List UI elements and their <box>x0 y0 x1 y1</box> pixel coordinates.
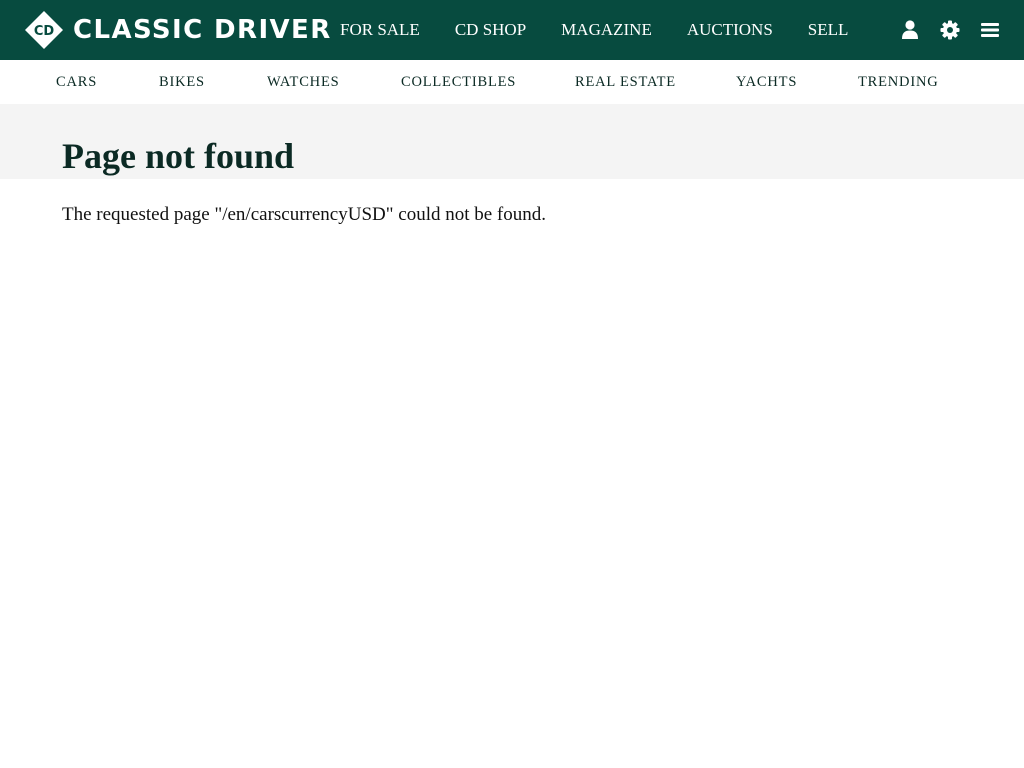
category-yachts[interactable]: YACHTS <box>736 60 797 104</box>
category-trending[interactable]: TRENDING <box>858 60 939 104</box>
category-bikes[interactable]: BIKES <box>159 60 205 104</box>
nav-cd-shop[interactable]: CD SHOP <box>455 0 526 60</box>
page-header: Page not found <box>0 104 1024 179</box>
nav-auctions[interactable]: AUCTIONS <box>687 0 773 60</box>
logo-diamond-icon: CD <box>24 10 64 50</box>
header-actions <box>890 0 1024 60</box>
nav-sell[interactable]: SELL <box>808 0 849 60</box>
main-nav: FOR SALE CD SHOP MAGAZINE AUCTIONS SELL <box>340 0 848 60</box>
nav-for-sale[interactable]: FOR SALE <box>340 0 420 60</box>
user-icon <box>902 20 918 39</box>
page-title: Page not found <box>62 136 295 176</box>
category-watches[interactable]: WATCHES <box>267 60 339 104</box>
top-bar: CD CLASSIC DRIVER FOR SALE CD SHOP MAGAZ… <box>0 0 1024 60</box>
category-nav: CARS BIKES WATCHES COLLECTIBLES REAL EST… <box>0 60 1024 104</box>
brand-name: CLASSIC DRIVER <box>73 15 332 45</box>
category-collectibles[interactable]: COLLECTIBLES <box>401 60 516 104</box>
logo-monogram: CD <box>34 24 55 39</box>
settings-button[interactable] <box>930 0 970 60</box>
nav-magazine[interactable]: MAGAZINE <box>561 0 652 60</box>
account-button[interactable] <box>890 0 930 60</box>
hamburger-menu-icon <box>981 23 999 37</box>
gear-icon <box>940 20 960 40</box>
site-logo[interactable]: CD CLASSIC DRIVER <box>24 10 332 50</box>
error-message: The requested page "/en/carscurrencyUSD"… <box>62 204 547 225</box>
category-cars[interactable]: CARS <box>56 60 97 104</box>
menu-button[interactable] <box>970 0 1010 60</box>
category-real-estate[interactable]: REAL ESTATE <box>575 60 676 104</box>
